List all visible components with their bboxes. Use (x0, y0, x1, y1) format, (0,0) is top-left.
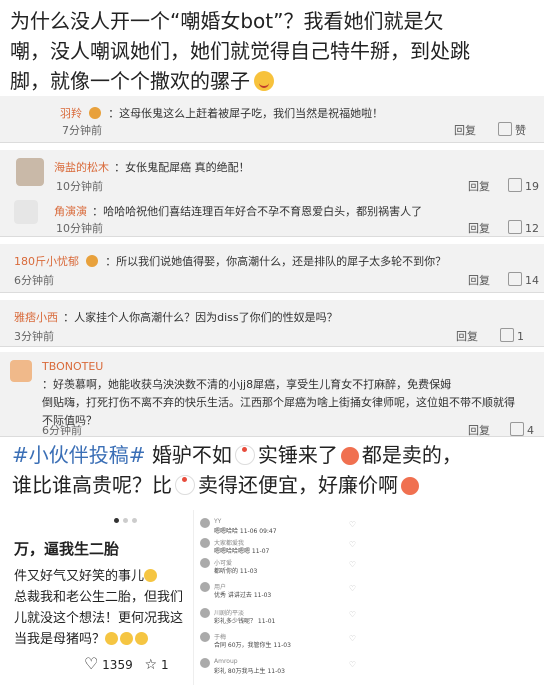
comment-body: 海盐的松木 ：女伥鬼配犀癌 真的绝配！ (54, 156, 524, 175)
hashtag-link[interactable]: #小伙伴投稿# (12, 443, 146, 467)
post-action-bar: ♡ 1359 ☆ 1 (84, 654, 169, 673)
comment-body: TBONOTEU ：好羡慕啊，她能收获乌泱泱数不清的小jj8犀癌，享受生儿育女不… (42, 356, 538, 430)
comment-row: 雅痞小西 ：人家挂个人你高潮什么？因为diss了你们的性奴是吗？ 3分钟前 回复… (0, 300, 544, 347)
share-icon[interactable]: ☆ (145, 657, 158, 673)
comment-row: 海盐的松木 ：女伥鬼配犀癌 真的绝配！ 10分钟前 回复 19 (0, 150, 544, 197)
thumb-up-icon (498, 122, 512, 136)
avatar (200, 632, 210, 642)
comment-author[interactable]: TBONOTEU (42, 360, 103, 373)
headline-line-2: 嘲，没人嘲讽她们，她们就觉得自己特牛掰，到处跳 (10, 39, 470, 63)
avatar[interactable] (14, 200, 38, 224)
pagination-dots (6, 518, 182, 526)
comment-author[interactable]: 羽羚 (60, 107, 82, 120)
avatar (200, 518, 210, 528)
octopus-emoji-icon (401, 477, 419, 495)
avatar (200, 538, 210, 548)
badge-icon (86, 255, 99, 267)
avatar (200, 608, 210, 618)
comment-text-line: ：好羡慕啊，她能收获乌泱泱数不清的小jj8犀癌，享受生儿育女不打麻醉，免费保姆 (42, 378, 452, 391)
thumb-up-icon (508, 272, 522, 286)
chicken-emoji-icon (175, 475, 195, 495)
comment-author[interactable]: 180斤小忧郁 (14, 255, 79, 268)
comment-author[interactable]: 角演演 (54, 205, 87, 218)
like-button[interactable]: 4 (510, 422, 534, 437)
laugh-emoji-icon (144, 569, 158, 582)
avatar (200, 658, 210, 668)
badge-icon (89, 107, 102, 119)
avatar[interactable] (10, 360, 32, 382)
headline-line-1: 为什么没人开一个“嘲婚女bot”？我看她们就是欠 (10, 9, 444, 33)
avatar (200, 558, 210, 568)
comment-time: 6分钟前 (14, 274, 54, 287)
post-headline: 为什么没人开一个“嘲婚女bot”？我看她们就是欠 嘲，没人嘲讽她们，她们就觉得自… (10, 6, 538, 96)
comment-time: 6分钟前 (42, 424, 82, 437)
comment-author[interactable]: 海盐的松木 (54, 161, 109, 174)
comment-author[interactable]: 雅痞小西 (14, 311, 58, 324)
reply-button[interactable]: 回复 (468, 422, 490, 438)
heart-icon[interactable]: ♡ (84, 654, 98, 673)
comment-body: 180斤小忧郁 ：所以我们说她值得娶，你高潮什么，还是排队的犀子太多轮不到你？ (14, 250, 534, 269)
avatar[interactable] (16, 158, 44, 186)
comment-time: 7分钟前 (62, 124, 102, 137)
like-button[interactable]: 19 (508, 178, 539, 193)
embedded-post-screenshot: 万，逼我生二胎 件又好气又好笑的事儿 总裁我和老公生二胎，但我们 儿就没这个想法… (6, 514, 183, 684)
share-count: 1 (160, 658, 169, 672)
comment-text-line: 不际值吗？ (42, 414, 97, 427)
comment-text-line: 倒贴嗨，打死打伤不离不弃的快乐生活。江西那个犀癌为啥上街捅女律师呢，这位姐不带不… (42, 396, 515, 409)
post-body: 件又好气又好笑的事儿 总裁我和老公生二胎，但我们 儿就没这个想法！更何况我这 当… (14, 569, 184, 647)
comment-row: 180斤小忧郁 ：所以我们说她值得娶，你高潮什么，还是排队的犀子太多轮不到你？ … (0, 244, 544, 293)
laugh-emoji-icon (105, 632, 119, 645)
comment-text: ：哈哈哈祝他们喜结连理百年好合不孕不育恩爱白头，都别祸害人了 (92, 205, 423, 218)
thumb-up-icon (508, 220, 522, 234)
comment-text: ：女伥鬼配犀癌 真的绝配！ (114, 161, 250, 174)
comment-time: 10分钟前 (56, 180, 103, 193)
comment-row: 角演演 ：哈哈哈祝他们喜结连理百年好合不孕不育恩爱白头，都别祸害人了 10分钟前… (0, 196, 544, 237)
post-title: 万，逼我生二胎 (14, 540, 120, 558)
submission-text: #小伙伴投稿# 婚驴不如 实锤来了 都是卖的， 谁比谁高贵呢？比 卖得还便宜，好廉价啊 (12, 443, 462, 497)
avatar (200, 582, 210, 592)
heart-icon[interactable]: ♡ (349, 560, 356, 569)
headline-line-3: 脚，就像一个个撒欢的骡子 (10, 66, 538, 96)
reply-button[interactable]: 回复 (456, 328, 478, 344)
heart-icon[interactable]: ♡ (349, 584, 356, 593)
comment-text: ：人家挂个人你高潮什么？因为diss了你们的性奴是吗？ (63, 311, 338, 324)
thumb-up-icon (508, 178, 522, 192)
comment-text: ：所以我们说她值得娶，你高潮什么，还是排队的犀子太多轮不到你？ (105, 255, 447, 268)
comment-body: 角演演 ：哈哈哈祝他们喜结连理百年好合不孕不育恩爱白头，都别祸害人了 (54, 200, 534, 219)
comment-time: 10分钟前 (56, 222, 103, 235)
comment-text: ：这母伥鬼这么上赶着被犀子吃，我们当然是祝福她啦！ (108, 107, 384, 120)
comment-time: 3分钟前 (14, 330, 54, 343)
comment-row: 羽羚 ：这母伥鬼这么上赶着被犀子吃，我们当然是祝福她啦！ 7分钟前 回复 赞 (0, 96, 544, 143)
laugh-emoji-icon (120, 632, 134, 645)
like-button[interactable]: 14 (508, 272, 539, 287)
chicken-emoji-icon (234, 445, 255, 465)
yum-emoji-icon (254, 71, 274, 91)
heart-icon[interactable]: ♡ (349, 610, 356, 619)
reply-button[interactable]: 回复 (468, 220, 490, 236)
laugh-emoji-icon (135, 632, 149, 645)
heart-icon[interactable]: ♡ (349, 660, 356, 669)
heart-icon[interactable]: ♡ (349, 540, 356, 549)
like-button[interactable]: 1 (500, 328, 524, 343)
like-button[interactable]: 12 (508, 220, 539, 235)
comment-body: 雅痞小西 ：人家挂个人你高潮什么？因为diss了你们的性奴是吗？ (14, 306, 534, 325)
like-button[interactable]: 赞 (498, 122, 526, 138)
like-count: 1359 (102, 658, 133, 672)
reply-button[interactable]: 回复 (468, 272, 490, 288)
octopus-emoji-icon (340, 447, 359, 465)
comment-body: 羽羚 ：这母伥鬼这么上赶着被犀子吃，我们当然是祝福她啦！ (60, 102, 530, 121)
thumb-up-icon (500, 328, 514, 342)
comment-row: TBONOTEU ：好羡慕啊，她能收获乌泱泱数不清的小jj8犀癌，享受生儿育女不… (0, 352, 544, 437)
heart-icon[interactable]: ♡ (349, 520, 356, 529)
reply-button[interactable]: 回复 (468, 178, 490, 194)
heart-icon[interactable]: ♡ (349, 634, 356, 643)
reply-button[interactable]: 回复 (454, 122, 476, 138)
thumb-up-icon (510, 422, 524, 436)
tagline-text: 婚驴不如 (145, 443, 232, 467)
embedded-comment-thread: YY 嗯嗯哈哈 11-06 09:47 ♡ 大家都爱我 嗯嗯哈哈嗯嗯 11-07… (193, 510, 364, 685)
